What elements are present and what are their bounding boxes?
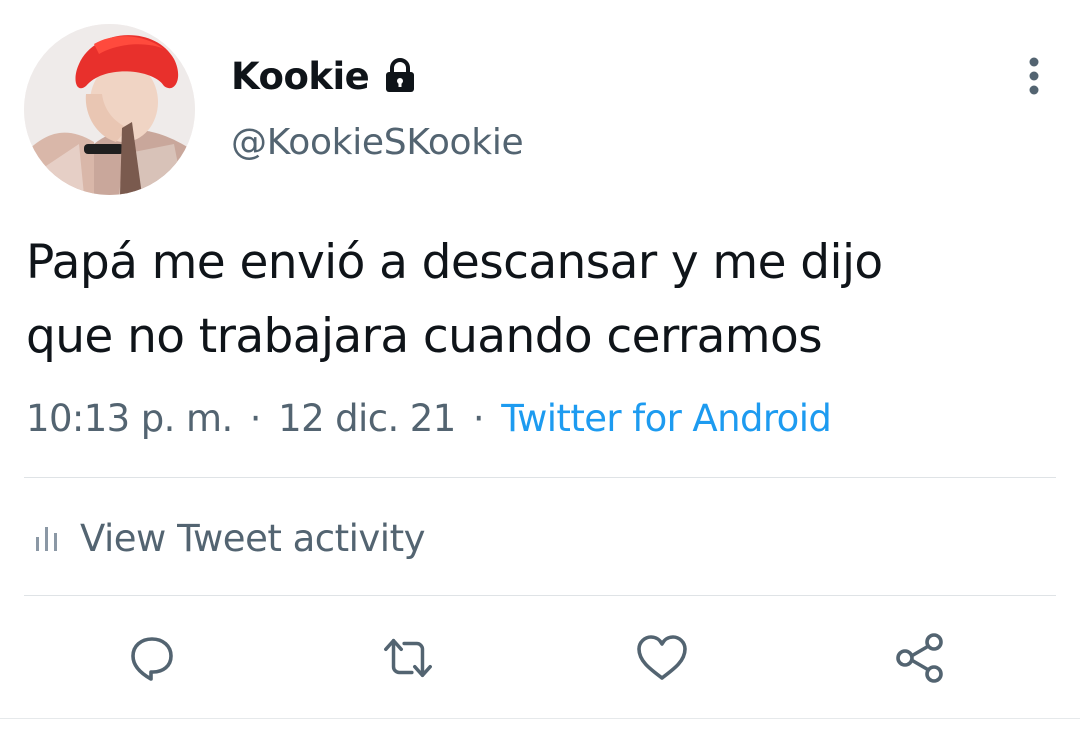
tweet-time[interactable]: 10:13 p. m. [26, 397, 233, 440]
reply-icon [131, 637, 173, 681]
avatar[interactable] [24, 24, 195, 195]
meta-separator: · [472, 397, 485, 440]
lock-icon [383, 58, 417, 94]
tweet-text-line: Papá me envió a descansar y me dijo [26, 235, 883, 290]
avatar-image [24, 24, 195, 195]
view-tweet-activity-label: View Tweet activity [80, 516, 425, 560]
tweet-action-bar [0, 630, 1080, 686]
author-handle[interactable]: @KookieSKookie [231, 122, 524, 163]
retweet-icon [384, 638, 432, 678]
retweet-button[interactable] [380, 630, 436, 686]
more-options-button[interactable] [1010, 52, 1058, 100]
display-name[interactable]: Kookie [231, 55, 370, 98]
heart-icon [637, 635, 687, 680]
share-icon [896, 633, 943, 683]
tweet-meta: 10:13 p. m. · 12 dic. 21 · Twitter for A… [26, 393, 832, 445]
author-name-row[interactable]: Kookie [231, 52, 417, 100]
meta-separator: · [249, 397, 262, 440]
divider [24, 477, 1056, 478]
divider [24, 595, 1056, 596]
share-button[interactable] [892, 630, 948, 686]
tweet-text-line: que no trabajara cuando cerramos [26, 309, 823, 364]
bottom-divider [0, 718, 1080, 719]
more-vertical-icon [1029, 57, 1039, 95]
bar-chart-icon [36, 527, 57, 551]
tweet-source-link[interactable]: Twitter for Android [501, 397, 832, 440]
reply-button[interactable] [124, 630, 180, 686]
like-button[interactable] [634, 630, 690, 686]
tweet-date[interactable]: 12 dic. 21 [278, 397, 456, 440]
tweet-text: Papá me envió a descansar y me dijo que … [26, 226, 1056, 374]
view-tweet-activity-button[interactable]: View Tweet activity [34, 510, 425, 566]
